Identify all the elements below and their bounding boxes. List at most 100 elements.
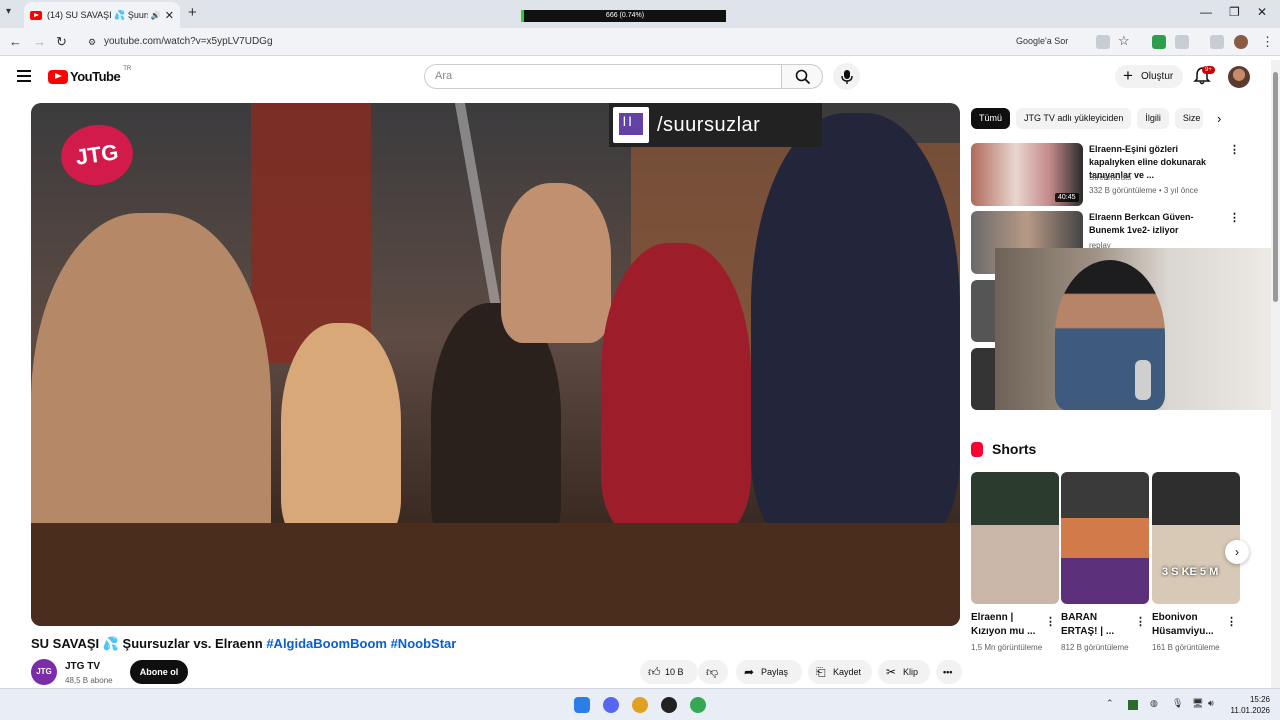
thumbs-down-icon: 👎︎ (706, 665, 719, 679)
more-options-icon[interactable]: ⋮ (1229, 211, 1240, 224)
recommendation-channel[interactable]: StreamCuts (1089, 173, 1131, 182)
short-thumbnail[interactable] (971, 472, 1059, 604)
chip-related[interactable]: İlgili (1137, 108, 1169, 129)
twitch-icon (613, 107, 649, 143)
short-item[interactable]: Elraenn | Kızıyon mu ... 1,5 Mn görüntül… (971, 472, 1059, 653)
scrollbar-thumb[interactable] (1273, 72, 1278, 302)
chrome-icon[interactable] (690, 697, 706, 713)
media-icon[interactable] (1210, 35, 1224, 49)
hamburger-menu-icon[interactable] (17, 70, 31, 85)
youtube-play-icon (48, 69, 68, 84)
share-button[interactable]: ➦ Paylaş (736, 660, 802, 684)
shorts-title: Shorts (992, 441, 1037, 457)
country-code: TR (123, 65, 132, 72)
short-title[interactable]: Ebonivon Hüsamviyu... (1152, 611, 1224, 639)
new-tab-button[interactable]: + (188, 4, 197, 21)
short-item[interactable]: BARAN ERTAŞ! | ... 812 B görüntüleme ⋮ (1061, 472, 1149, 653)
chip-for-you[interactable]: Size (1174, 108, 1203, 129)
notification-count-badge: 9+ (1202, 66, 1215, 74)
youtube-logo[interactable]: YouTube TR (48, 65, 132, 84)
dislike-button[interactable]: 👎︎ (698, 660, 728, 684)
short-thumbnail[interactable]: 3 S KE 5 M (1152, 472, 1240, 604)
subscribe-button[interactable]: Abone ol (130, 660, 188, 684)
chip-from-uploader[interactable]: JTG TV adlı yükleyiciden (1016, 108, 1132, 129)
more-options-icon[interactable]: ⋮ (1135, 615, 1146, 628)
more-options-icon[interactable]: ⋮ (1229, 143, 1240, 156)
short-title[interactable]: Elraenn | Kızıyon mu ... (971, 611, 1043, 639)
voice-search-button[interactable] (833, 63, 860, 90)
like-button[interactable]: 👍︎ 10 B (640, 660, 698, 684)
recommendation-title[interactable]: Elraenn Berkcan Güven-Bunemk 1ve2- izliy… (1089, 211, 1225, 237)
jtg-watermark-logo: JTG (57, 120, 137, 190)
app-icon[interactable] (661, 697, 677, 713)
video-title: SU SAVAŞI 💦 Şuursuzlar vs. Elraenn #Algi… (31, 636, 456, 652)
profile-icon[interactable] (1234, 35, 1248, 49)
app-tray-icon[interactable]: ◍ (1150, 698, 1158, 709)
short-views: 1,5 Mn görüntüleme (971, 643, 1043, 652)
save-button[interactable]: ⎗ Kaydet (808, 660, 872, 684)
extension-icon[interactable] (1152, 35, 1166, 49)
more-options-icon[interactable]: ⋮ (1045, 615, 1056, 628)
close-window-icon[interactable]: ✕ (1257, 5, 1267, 19)
microphone-tray-icon[interactable]: 🎙︎ (1172, 698, 1183, 709)
forward-icon[interactable]: → (33, 34, 46, 49)
browser-menu-icon[interactable]: ⋮ (1261, 34, 1274, 50)
volume-icon[interactable]: 🔊︎ (1208, 698, 1214, 709)
discord-icon[interactable] (603, 697, 619, 713)
tray-overflow-icon[interactable]: ⌃ (1106, 698, 1114, 709)
minimize-icon[interactable]: — (1200, 5, 1212, 19)
microphone-icon (841, 70, 853, 84)
recommended-video[interactable]: 40:45 Elraenn-Eşini gözleri kapalıyken e… (971, 143, 1241, 206)
twitch-handle: /suursuzlar (657, 113, 761, 136)
address-toolbar: ← → ↻ ⚙ youtube.com/watch?v=x5ypLV7UDGg … (0, 28, 1280, 56)
video-person (601, 243, 751, 533)
short-item[interactable]: 3 S KE 5 M Ebonivon Hüsamviyu... 161 B g… (1152, 472, 1240, 653)
browser-tab-youtube[interactable]: (14) SU SAVAŞI 💦 Şuursuz 🔊 ✕ (24, 2, 180, 28)
shorts-heading: Shorts (971, 441, 1036, 457)
video-person (501, 183, 611, 343)
logo-text: YouTube (70, 69, 121, 84)
create-button[interactable]: Oluştur (1115, 64, 1183, 88)
channel-avatar[interactable]: JTG (31, 659, 57, 685)
back-icon[interactable]: ← (9, 34, 22, 49)
system-clock[interactable]: 15:26 11.01.2026 (1226, 694, 1270, 716)
short-title[interactable]: BARAN ERTAŞ! | ... (1061, 611, 1133, 639)
page-scrollbar[interactable] (1271, 60, 1280, 688)
chip-all[interactable]: Tümü (971, 108, 1011, 129)
tab-list-icon[interactable]: ▾ (6, 6, 11, 17)
webcam-overlay (995, 248, 1280, 410)
share-label: Paylaş (761, 667, 789, 677)
video-thumbnail[interactable]: 40:45 (971, 143, 1083, 206)
close-tab-icon[interactable]: ✕ (165, 9, 174, 22)
more-actions-button[interactable]: ••• (936, 660, 962, 684)
search-button[interactable] (781, 64, 823, 89)
windows-start-icon[interactable] (574, 697, 590, 713)
video-thumbnail[interactable] (971, 348, 995, 410)
reload-icon[interactable]: ↻ (56, 34, 67, 50)
hashtag-link[interactable]: #AlgidaBoomBoom (266, 636, 387, 651)
extensions-puzzle-icon[interactable] (1175, 35, 1189, 49)
install-icon[interactable] (1096, 35, 1110, 49)
account-avatar[interactable] (1228, 66, 1250, 88)
chrome-icon[interactable] (632, 697, 648, 713)
stream-overlay-bar: 666 (0.74%) (521, 10, 726, 22)
short-thumbnail[interactable] (1061, 472, 1149, 604)
chevron-right-icon[interactable]: › (1217, 111, 1221, 126)
channel-name[interactable]: JTG TV (65, 661, 100, 672)
speaker-icon[interactable]: 🔊 (151, 11, 161, 20)
google-ask-button[interactable]: Google'a Sor (1016, 36, 1068, 46)
site-info-icon[interactable]: ⚙ (88, 31, 96, 53)
url-bar[interactable]: ⚙ youtube.com/watch?v=x5ypLV7UDGg (80, 31, 1140, 53)
more-options-icon[interactable]: ⋮ (1226, 615, 1237, 628)
video-thumbnail[interactable] (971, 280, 995, 342)
video-player[interactable]: JTG /suursuzlar (31, 103, 960, 626)
recommended-video[interactable]: Elraenn Berkcan Güven-Bunemk 1ve2- izliy… (971, 211, 1241, 274)
nvidia-icon[interactable] (1128, 700, 1138, 710)
clip-button[interactable]: ✂ Klip (878, 660, 930, 684)
network-icon[interactable]: 🖥︎ (1192, 698, 1203, 709)
restore-icon[interactable]: ❐ (1229, 5, 1240, 19)
hashtag-link[interactable]: #NoobStar (391, 636, 457, 651)
search-input[interactable]: Ara (424, 64, 782, 89)
bookmark-star-icon[interactable]: ☆ (1118, 33, 1130, 49)
shorts-next-button[interactable]: › (1225, 540, 1249, 564)
